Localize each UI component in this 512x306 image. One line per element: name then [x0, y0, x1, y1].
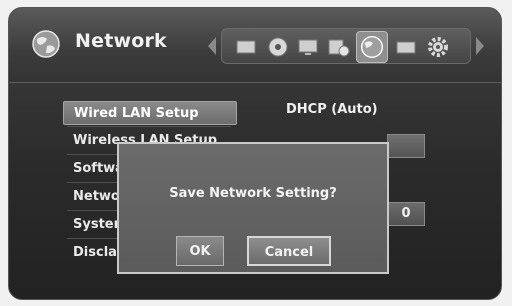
- monitor-icon[interactable]: [296, 35, 320, 59]
- cancel-button[interactable]: Cancel: [247, 236, 331, 266]
- page-title: Network: [75, 30, 167, 52]
- category-icon-bar: [221, 28, 471, 64]
- menu-item-wired-lan-setup[interactable]: Wired LAN Setup: [63, 101, 237, 125]
- ip-mode-field[interactable]: [387, 134, 425, 158]
- disc-icon[interactable]: [266, 35, 290, 59]
- chevron-right-icon[interactable]: [476, 37, 484, 55]
- ip-octet-field[interactable]: 0: [387, 202, 425, 226]
- ip-mode-label: DHCP (Auto): [286, 102, 378, 117]
- tv-icon[interactable]: [234, 35, 258, 59]
- network-globe-icon: [32, 30, 60, 58]
- menu-divider: [67, 126, 231, 127]
- header-bar: Network: [9, 8, 501, 83]
- gear-icon[interactable]: [426, 35, 450, 59]
- tv-screen: Network Wired LAN Setup Wireless LAN Set…: [8, 7, 502, 300]
- confirm-dialog: Save Network Setting? OK Cancel: [117, 142, 389, 274]
- ok-button[interactable]: OK: [176, 236, 224, 266]
- audio-settings-icon[interactable]: [326, 35, 350, 59]
- dialog-message: Save Network Setting?: [169, 186, 337, 201]
- card-icon[interactable]: [394, 35, 418, 59]
- network-globe-icon[interactable]: [356, 31, 388, 63]
- chevron-left-icon[interactable]: [208, 37, 216, 55]
